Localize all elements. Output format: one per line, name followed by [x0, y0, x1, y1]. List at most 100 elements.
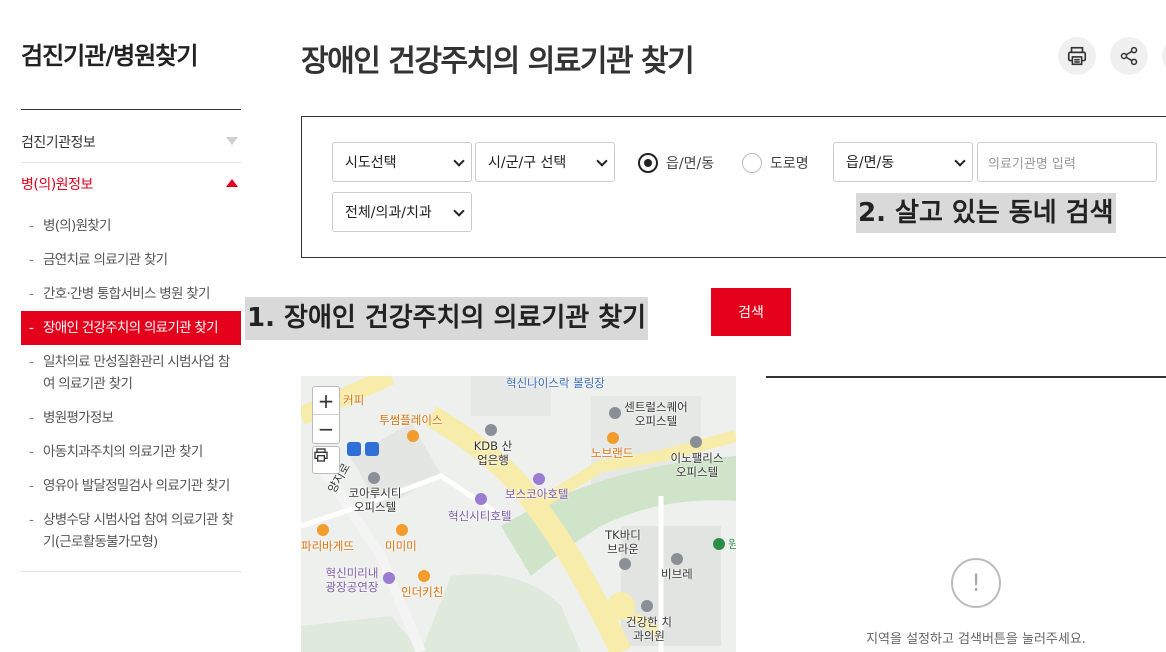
map-label-bowling: 혁신나이스락 볼링장: [506, 376, 605, 390]
exclamation-icon: !: [951, 558, 1001, 608]
map-label-playground: 혁신미리내 광장공연장: [325, 566, 379, 594]
map-label-mimimi: 미미미: [385, 539, 417, 553]
bus-stop-icon: [347, 442, 361, 456]
radio-road-name[interactable]: 도로명: [742, 153, 809, 173]
map-label-dental: 건강한 치과의원: [626, 615, 672, 643]
radio-checked-icon: [638, 153, 658, 173]
share-icon: [1120, 46, 1138, 66]
annotation-step-2: 2. 살고 있는 동네 검색: [856, 193, 1116, 233]
submenu-label: 아동치과주치의 의료기관 찾기: [43, 444, 203, 460]
chevron-down-icon: [453, 205, 465, 217]
results-divider: [766, 376, 1166, 378]
chevron-down-icon: [596, 155, 608, 167]
map-label-coffee: 커피: [343, 393, 365, 407]
type-select[interactable]: 전체/의과/치과: [332, 192, 472, 232]
map-label-won: 원: [728, 537, 736, 551]
map[interactable]: 혁신나이스락 볼링장 커피 투썸플레이스 KDB 산업은행 센트럴스퀘어 오피스…: [301, 376, 736, 652]
print-button[interactable]: [1058, 37, 1096, 75]
chevron-down-icon: [453, 155, 465, 167]
submenu-label: 간호·간병 통합서비스 병원 찾기: [43, 286, 210, 302]
hotel-icon: [475, 493, 487, 505]
zoom-in-button[interactable]: +: [313, 387, 339, 415]
submenu-item-sickness-allowance[interactable]: - 상병수당 시범사업 참여 의료기관 찾기(근로활동불가모형): [21, 503, 241, 559]
map-print-button[interactable]: [312, 446, 340, 474]
radio-label: 도로명: [770, 156, 809, 172]
map-label-boss: 보스코아호텔: [505, 487, 569, 501]
search-panel: 시도선택 시/군/구 선택 읍/면/동 도로명 읍/면/동 의료기관명 입력 전…: [301, 116, 1166, 258]
print-icon: [1067, 46, 1087, 66]
submenu-item-nursing[interactable]: - 간호·간병 통합서비스 병원 찾기: [21, 277, 241, 311]
map-label-koaru: 코아루시티 오피스텔: [348, 486, 402, 514]
submenu-label: 일차의료 만성질환관리 시범사업 참여 의료기관 찾기: [43, 354, 230, 392]
submenu-label: 상병수당 시범사업 참여 의료기관 찾기(근로활동불가모형): [43, 512, 234, 550]
empty-results-message: 지역을 설정하고 검색버튼을 눌러주세요.: [866, 632, 1086, 647]
page-title: 장애인 건강주치의 의료기관 찾기: [301, 44, 695, 79]
sigungu-select[interactable]: 시/군/구 선택: [475, 142, 615, 182]
bank-icon: [485, 424, 497, 436]
radio-eupmyeondong[interactable]: 읍/면/동: [638, 153, 714, 173]
extra-button[interactable]: [1162, 37, 1166, 75]
type-select-value: 전체/의과/치과: [345, 205, 432, 221]
dental-icon: [641, 600, 653, 612]
submenu-item-infant[interactable]: - 영유아 발달정밀검사 의료기관 찾기: [21, 469, 241, 503]
map-label-kdb: KDB 산업은행: [473, 439, 513, 467]
submenu-label: 장애인 건강주치의 의료기관 찾기: [43, 320, 219, 336]
menu-item-label: 병(의)원정보: [21, 177, 93, 193]
menu-item-checkup-info[interactable]: 검진기관정보: [21, 121, 241, 163]
submenu-item-smoking[interactable]: - 금연치료 의료기관 찾기: [21, 243, 241, 277]
submenu-item-hospital-find[interactable]: - 병(의)원찾기: [21, 209, 241, 243]
zoom-control: + −: [312, 386, 340, 444]
submenu-label: 병(의)원찾기: [43, 218, 111, 234]
building-icon: [619, 558, 631, 570]
map-label-twosome: 투썸플레이스: [379, 413, 443, 427]
building-icon: [609, 407, 621, 419]
map-label-tk: TK바디 브라운: [605, 528, 641, 556]
share-button[interactable]: [1110, 37, 1148, 75]
dong-select[interactable]: 읍/면/동: [833, 142, 973, 182]
map-label-paris: 파리바게뜨: [301, 539, 354, 553]
chevron-down-icon: [954, 155, 966, 167]
dong-select-value: 읍/면/동: [846, 155, 895, 171]
sidebar-title: 검진기관/병원찾기: [21, 42, 198, 70]
submenu-label: 금연치료 의료기관 찾기: [43, 252, 168, 268]
bus-stop-icon: [365, 442, 379, 456]
institution-name-input[interactable]: 의료기관명 입력: [977, 142, 1157, 182]
shop-icon: [607, 432, 619, 444]
submenu-item-evaluation[interactable]: - 병원평가정보: [21, 401, 241, 435]
zoom-out-button[interactable]: −: [313, 415, 339, 443]
building-icon: [671, 553, 683, 565]
sigungu-select-value: 시/군/구 선택: [488, 155, 567, 171]
sido-select-value: 시도선택: [345, 155, 397, 171]
submenu-item-disabled-doctor[interactable]: - 장애인 건강주치의 의료기관 찾기: [21, 311, 241, 345]
building-icon: [368, 472, 380, 484]
search-button[interactable]: 검색: [711, 288, 791, 336]
sidebar-divider: [21, 109, 241, 110]
menu-item-label: 검진기관정보: [21, 134, 96, 151]
submenu-item-chronic[interactable]: - 일차의료 만성질환관리 시범사업 참여 의료기관 찾기: [21, 345, 241, 401]
radio-label: 읍/면/동: [666, 156, 715, 172]
park-icon: [713, 538, 725, 550]
submenu: - 병(의)원찾기 - 금연치료 의료기관 찾기 - 간호·간병 통합서비스 병원 찾…: [21, 205, 241, 572]
restaurant-icon: [396, 524, 408, 536]
cafe-icon: [407, 430, 419, 442]
triangle-up-icon: [226, 179, 238, 187]
submenu-label: 병원평가정보: [43, 410, 114, 426]
restaurant-icon: [418, 570, 430, 582]
map-label-inopalace: 이노팰리스 오피스텔: [670, 451, 724, 479]
menu-item-hospital-info[interactable]: 병(의)원정보: [21, 163, 241, 205]
triangle-down-icon: [226, 137, 238, 145]
submenu-item-child-dental[interactable]: - 아동치과주치의 의료기관 찾기: [21, 435, 241, 469]
radio-unchecked-icon: [742, 153, 762, 173]
map-label-noblend: 노브랜드: [591, 446, 634, 460]
map-label-bibre: 비브레: [661, 567, 693, 581]
map-label-central: 센트럴스퀘어 오피스텔: [624, 400, 688, 428]
bakery-icon: [317, 524, 329, 536]
building-icon: [690, 436, 702, 448]
map-label-indercheen: 인더키친: [401, 585, 444, 599]
submenu-label: 영유아 발달정밀검사 의료기관 찾기: [43, 478, 230, 494]
print-icon: [314, 448, 328, 462]
annotation-step-1: 1. 장애인 건강주치의 의료기관 찾기: [245, 297, 649, 340]
sido-select[interactable]: 시도선택: [332, 142, 472, 182]
map-label-hyeoksin-hotel: 혁신시티호텔: [448, 509, 512, 523]
sidebar-menu: 검진기관정보 병(의)원정보 - 병(의)원찾기 - 금연치료 의료기관 찾기 -간…: [21, 121, 241, 572]
